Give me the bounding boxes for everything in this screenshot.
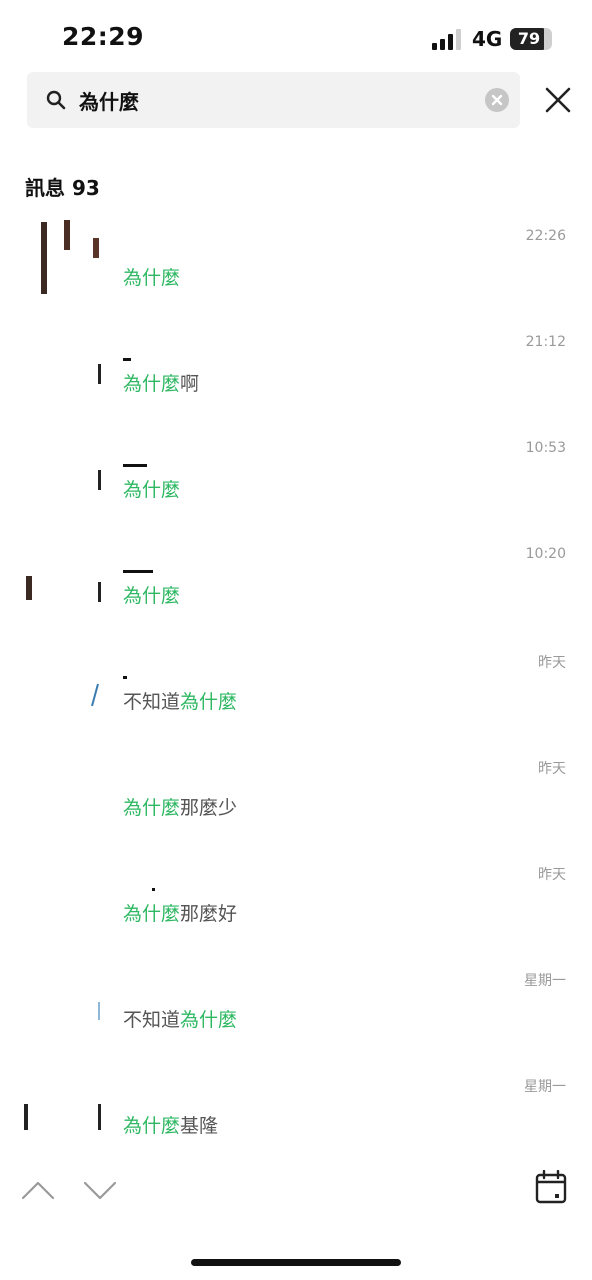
avatar: [26, 576, 101, 602]
battery-level: 79: [517, 29, 541, 48]
message-preview: 不知道為什麼: [123, 1009, 238, 1031]
avatar: [41, 220, 99, 294]
avatar: [24, 856, 104, 936]
avatar: [98, 1002, 100, 1020]
keyword-highlight: 為什麼: [123, 1115, 181, 1137]
sender-name: [123, 982, 283, 1004]
message-time: 星期一: [524, 1079, 566, 1095]
keyword-highlight: 為什麼: [123, 267, 181, 289]
keyword-highlight: 為什麼: [123, 797, 181, 819]
sender-name: [123, 876, 283, 898]
status-bar: 22:29 4G 79: [0, 0, 592, 72]
avatar: [91, 683, 99, 707]
signal-icon: [432, 29, 461, 50]
keyword-highlight: 為什麼: [123, 903, 181, 925]
keyword-highlight: 為什麼: [123, 479, 181, 501]
home-indicator[interactable]: [191, 1259, 401, 1266]
message-preview: 為什麼: [123, 581, 180, 608]
keyword-highlight: 為什麼: [180, 691, 238, 713]
message-time: 10:20: [525, 546, 566, 562]
bottom-toolbar: [0, 1160, 592, 1220]
battery-icon: 79: [510, 28, 552, 50]
message-results-list: 22:26 為什麼 21:12 為什麼啊 10:53 為什麼 10:20 為什麼: [0, 200, 592, 1154]
search-input[interactable]: 為什麼: [79, 86, 139, 115]
status-time: 22:29: [62, 22, 145, 51]
sender-name: [123, 346, 283, 368]
message-result-row[interactable]: 昨天 不知道為什麼: [0, 624, 592, 730]
avatar: [98, 470, 101, 490]
message-time: 21:12: [525, 334, 566, 350]
message-result-row[interactable]: 10:53 為什麼: [0, 412, 592, 518]
avatar: [24, 1104, 101, 1130]
message-preview: 為什麼啊: [123, 373, 200, 395]
message-result-row[interactable]: 22:26 為什麼: [0, 200, 592, 306]
network-label: 4G: [472, 27, 503, 51]
calendar-icon[interactable]: [535, 1170, 567, 1204]
message-time: 22:26: [525, 228, 566, 244]
message-result-row[interactable]: 星期一 不知道為什麼: [0, 942, 592, 1048]
avatar: [24, 750, 104, 830]
section-title: 訊息 93: [25, 176, 100, 200]
message-time: 10:53: [525, 440, 566, 456]
message-result-row[interactable]: 昨天 為什麼那麼好: [0, 836, 592, 942]
sender-name: [123, 664, 283, 686]
chevron-up-icon[interactable]: [21, 1180, 55, 1200]
message-result-row[interactable]: 10:20 為什麼: [0, 518, 592, 624]
close-icon[interactable]: [545, 87, 571, 113]
search-icon: [46, 90, 66, 110]
message-preview: 為什麼那麼好: [123, 903, 238, 925]
message-time: 昨天: [538, 655, 566, 671]
message-result-row[interactable]: 昨天 為什麼那麼少: [0, 730, 592, 836]
message-preview: 為什麼: [123, 475, 180, 502]
search-field[interactable]: 為什麼: [27, 72, 520, 128]
clear-icon[interactable]: [485, 88, 509, 112]
message-preview: 為什麼基隆: [123, 1115, 219, 1137]
sender-name: [123, 1088, 283, 1110]
sender-name: [123, 770, 283, 792]
keyword-highlight: 為什麼: [180, 1009, 238, 1031]
sender-name: [123, 452, 283, 474]
message-preview: 不知道為什麼: [123, 691, 238, 713]
message-result-row[interactable]: 星期一 為什麼基隆: [0, 1048, 592, 1154]
message-result-row[interactable]: 21:12 為什麼啊: [0, 306, 592, 412]
message-time: 星期一: [524, 973, 566, 989]
avatar: [98, 364, 101, 384]
message-time: 昨天: [538, 761, 566, 777]
sender-name: [123, 558, 283, 580]
keyword-highlight: 為什麼: [123, 373, 181, 395]
message-preview: 為什麼: [123, 263, 180, 290]
message-time: 昨天: [538, 867, 566, 883]
keyword-highlight: 為什麼: [123, 585, 181, 607]
message-preview: 為什麼那麼少: [123, 797, 238, 819]
chevron-down-icon[interactable]: [83, 1180, 117, 1200]
sender-name: [123, 240, 283, 262]
